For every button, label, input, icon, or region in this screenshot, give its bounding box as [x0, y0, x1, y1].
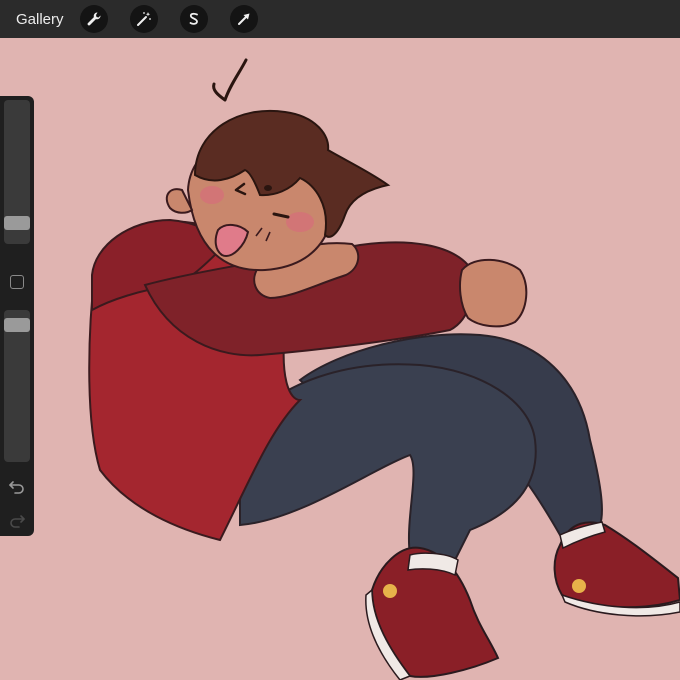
gallery-button[interactable]: Gallery	[16, 11, 64, 28]
opacity-thumb[interactable]	[4, 318, 30, 332]
drawing-canvas[interactable]	[0, 38, 680, 680]
selection-s-icon	[189, 12, 198, 25]
transform-button[interactable]	[229, 5, 258, 33]
redo-icon[interactable]	[7, 510, 27, 530]
actions-button[interactable]	[79, 5, 108, 33]
adjustments-button[interactable]	[129, 5, 158, 33]
arrow-cursor-icon	[237, 13, 250, 25]
brush-size-thumb[interactable]	[4, 216, 30, 230]
modify-button[interactable]	[10, 275, 24, 289]
character-illustration	[88, 58, 680, 680]
top-toolbar: Gallery	[0, 0, 680, 38]
undo-icon[interactable]	[7, 476, 27, 496]
magic-wand-icon	[136, 12, 151, 26]
brush-sidebar	[0, 96, 34, 536]
opacity-slider[interactable]	[4, 310, 30, 462]
selection-button[interactable]	[179, 5, 208, 33]
wrench-icon	[87, 12, 101, 26]
